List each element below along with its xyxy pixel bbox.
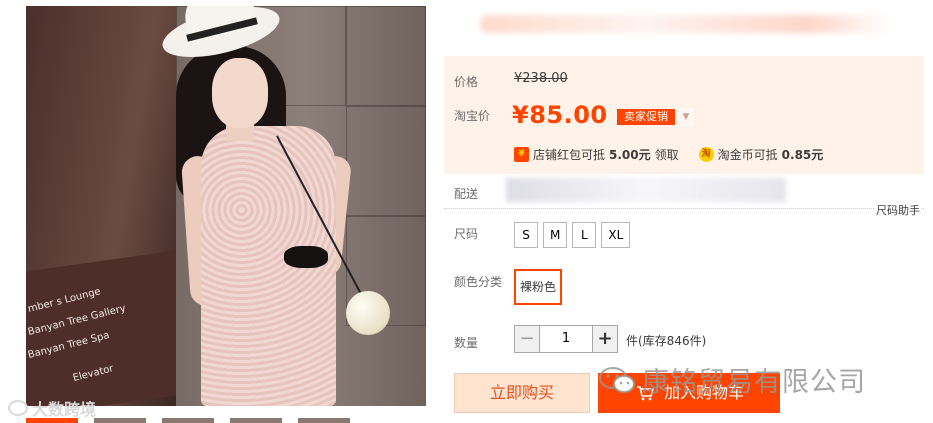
product-main-image[interactable]: mber s Lounge Banyan Tree Gallery Banyan… [26, 6, 426, 406]
red-packet-icon: ¥ [514, 147, 529, 162]
claim-link[interactable]: 领取 [655, 146, 679, 163]
size-option-s[interactable]: S [514, 222, 538, 248]
taobao-price-label: 淘宝价 [454, 109, 491, 123]
quantity-stepper: − 1 + [514, 325, 618, 353]
color-option-selected[interactable]: 裸粉色 [514, 269, 562, 305]
thumbnail[interactable] [298, 418, 350, 423]
size-options: S M L XL [514, 222, 631, 248]
seller-promo-badge[interactable]: 卖家促销 [617, 109, 675, 125]
delivery-info-redacted [506, 178, 786, 202]
bow-clutch [284, 246, 328, 268]
size-option-xl[interactable]: XL [601, 222, 631, 248]
watermark-logo-icon [8, 400, 28, 416]
red-packet-amount: 5.00元 [609, 148, 651, 162]
watermark-left: 大数跨境 [8, 396, 96, 420]
thumbnail[interactable] [26, 418, 78, 423]
wall-tile [346, 6, 426, 106]
delivery-label: 配送 [454, 187, 479, 201]
model-face [212, 58, 268, 128]
thumbnail[interactable] [162, 418, 214, 423]
red-packet-text: 店铺红包可抵 [533, 148, 606, 162]
coupon-row: ¥ 店铺红包可抵 5.00元 领取 淘 淘金币可抵 0.85元 [514, 146, 823, 163]
watermark-left-text: 大数跨境 [32, 400, 97, 419]
price-label: 价格 [454, 75, 479, 89]
quantity-input[interactable]: 1 [540, 325, 592, 353]
divider [444, 208, 924, 209]
promo-price: ¥85.00 [512, 101, 608, 129]
coin-icon: 淘 [698, 147, 714, 162]
size-label: 尺码 [454, 227, 479, 241]
pearl-ball-bag [346, 291, 390, 335]
increase-button[interactable]: + [592, 325, 618, 353]
wechat-icon [599, 366, 635, 393]
size-option-m[interactable]: M [543, 222, 568, 248]
buy-now-button[interactable]: 立即购买 [454, 373, 590, 413]
stock-text: 件(库存846件) [626, 334, 707, 348]
product-title-redacted [480, 15, 890, 33]
thumbnail[interactable] [94, 418, 146, 423]
quantity-label: 数量 [454, 336, 479, 350]
color-label: 颜色分类 [454, 275, 503, 289]
coin-amount: 0.85元 [781, 148, 824, 162]
taojinbi-offer: 淘 淘金币可抵 0.85元 [698, 146, 824, 163]
size-option-l[interactable]: L [572, 222, 597, 248]
size-helper-link[interactable]: 尺码助手 [874, 202, 920, 218]
thumbnail[interactable] [230, 418, 282, 423]
watermark-right: 康铭贸易有限公司 [598, 360, 866, 399]
watermark-right-text: 康铭贸易有限公司 [642, 367, 866, 398]
decrease-button[interactable]: − [514, 325, 540, 353]
original-price: ¥238.00 [514, 71, 568, 86]
chevron-down-icon[interactable]: ▼ [678, 108, 694, 126]
wall-tile [346, 106, 426, 216]
coin-text: 淘金币可抵 [717, 148, 778, 162]
thumbnail-strip [26, 418, 426, 423]
shop-red-packet: ¥ 店铺红包可抵 5.00元 领取 [514, 146, 679, 163]
